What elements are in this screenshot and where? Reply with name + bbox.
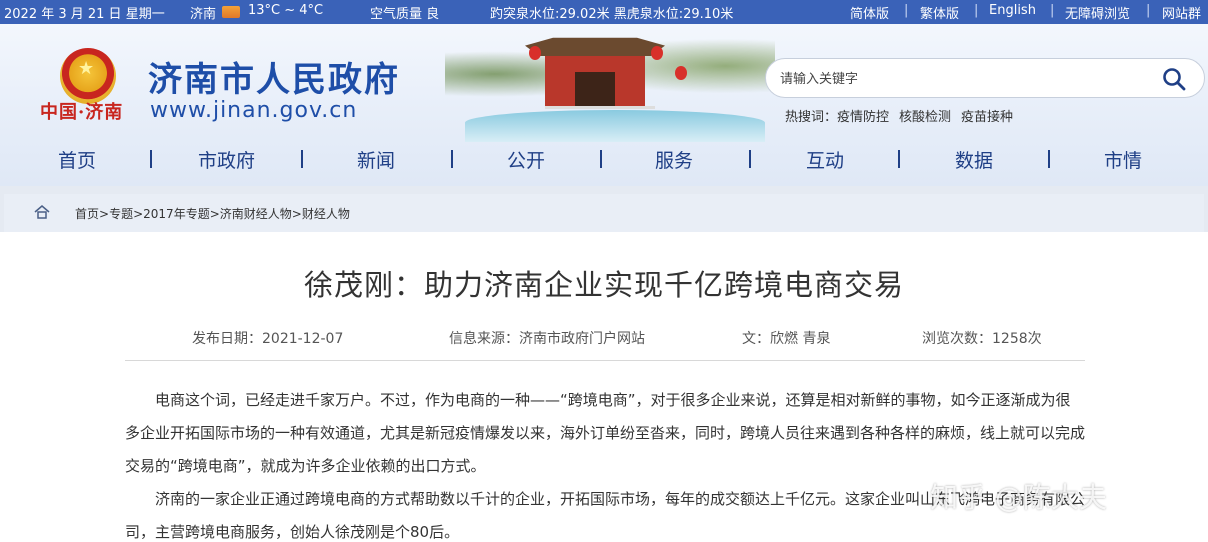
search-icon[interactable] <box>1162 67 1186 91</box>
link-traditional[interactable]: 繁体版 <box>920 3 959 22</box>
top-info-bar: 2022 年 3 月 21 日 星期一 济南 13°C ~ 4°C 空气质量 良… <box>0 0 1208 24</box>
view-count: 浏览次数：1258次 <box>922 331 1042 347</box>
nav-item-government[interactable]: 市政府 <box>198 146 255 173</box>
link-simplified[interactable]: 简体版 <box>850 3 889 22</box>
current-date: 2022 年 3 月 21 日 星期一 <box>4 7 165 22</box>
breadcrumb-separator: > <box>291 207 302 221</box>
breadcrumb-item[interactable]: 专题 <box>109 207 133 221</box>
article-author: 文：欣燃 青泉 <box>742 331 831 347</box>
top-divider: | <box>1146 3 1151 18</box>
site-name[interactable]: 济南市人民政府 <box>148 52 400 101</box>
breadcrumb-item[interactable]: 首页 <box>75 207 99 221</box>
spring-water-level: 趵突泉水位:29.02米 黑虎泉水位:29.10米 <box>490 7 734 22</box>
site-header: 中国·济南 济南市人民政府 www.jinan.gov.cn 热搜词：疫情防控核… <box>0 24 1208 186</box>
weather-city: 济南 <box>190 7 217 22</box>
weather-icon <box>222 6 240 21</box>
meta-divider <box>125 360 1085 361</box>
nav-item-public[interactable]: 公开 <box>507 146 545 173</box>
link-site-group[interactable]: 网站群 <box>1162 3 1201 22</box>
nav-item-city-info[interactable]: 市情 <box>1104 146 1142 173</box>
hot-keyword[interactable]: 疫情防控 <box>837 110 889 125</box>
top-divider: | <box>1050 3 1055 18</box>
nav-item-news[interactable]: 新闻 <box>357 146 395 173</box>
breadcrumb-separator: > <box>209 207 220 221</box>
top-divider: | <box>974 3 979 18</box>
nav-divider <box>150 150 152 168</box>
nav-divider <box>301 150 303 168</box>
hot-keyword[interactable]: 核酸检测 <box>899 110 951 125</box>
watermark: 知乎 @陈大夫 <box>930 481 1107 514</box>
nav-divider <box>600 150 602 168</box>
home-icon[interactable] <box>34 205 50 219</box>
hot-search-label: 热搜词： <box>785 110 838 125</box>
hot-keyword[interactable]: 疫苗接种 <box>961 110 1013 125</box>
nav-item-interaction[interactable]: 互动 <box>806 146 844 173</box>
breadcrumb: 首页>专题>2017年专题>济南财经人物>财经人物 <box>75 205 350 222</box>
breadcrumb-separator: > <box>99 207 110 221</box>
breadcrumb-item[interactable]: 济南财经人物 <box>220 207 292 221</box>
search-box <box>765 58 1205 98</box>
city-logo-text: 中国·济南 <box>40 102 124 123</box>
nav-divider <box>1048 150 1050 168</box>
publish-date: 发布日期：2021-12-07 <box>192 331 344 347</box>
hot-search: 热搜词：疫情防控 核酸检测 疫苗接种 <box>785 106 1013 125</box>
nav-divider <box>898 150 900 168</box>
search-input[interactable] <box>780 68 1140 90</box>
nav-item-home[interactable]: 首页 <box>58 146 96 173</box>
nav-divider <box>749 150 751 168</box>
temperature: 13°C ~ 4°C <box>248 3 324 18</box>
header-banner-image <box>445 24 775 142</box>
link-accessibility[interactable]: 无障碍浏览 <box>1065 3 1130 22</box>
article-paragraph: 电商这个词，已经走进千家万户。不过，作为电商的一种——“跨境电商”，对于很多企业… <box>125 391 1086 475</box>
air-quality: 空气质量 良 <box>370 7 440 22</box>
breadcrumb-bar: 首页>专题>2017年专题>济南财经人物>财经人物 <box>0 186 1208 232</box>
main-nav: 首页 市政府 新闻 公开 服务 互动 数据 市情 <box>0 142 1208 176</box>
top-divider: | <box>904 3 909 18</box>
breadcrumb-separator: > <box>133 207 144 221</box>
nav-item-service[interactable]: 服务 <box>655 146 693 173</box>
breadcrumb-item[interactable]: 2017年专题 <box>143 207 210 221</box>
link-english[interactable]: English <box>989 3 1036 18</box>
nav-item-data[interactable]: 数据 <box>955 146 993 173</box>
site-url: www.jinan.gov.cn <box>150 98 358 123</box>
info-source: 信息来源：济南市政府门户网站 <box>449 331 645 347</box>
national-emblem-icon <box>60 48 116 104</box>
article-title: 徐茂刚：助力济南企业实现千亿跨境电商交易 <box>303 268 904 302</box>
breadcrumb-item[interactable]: 财经人物 <box>302 207 350 221</box>
nav-divider <box>451 150 453 168</box>
